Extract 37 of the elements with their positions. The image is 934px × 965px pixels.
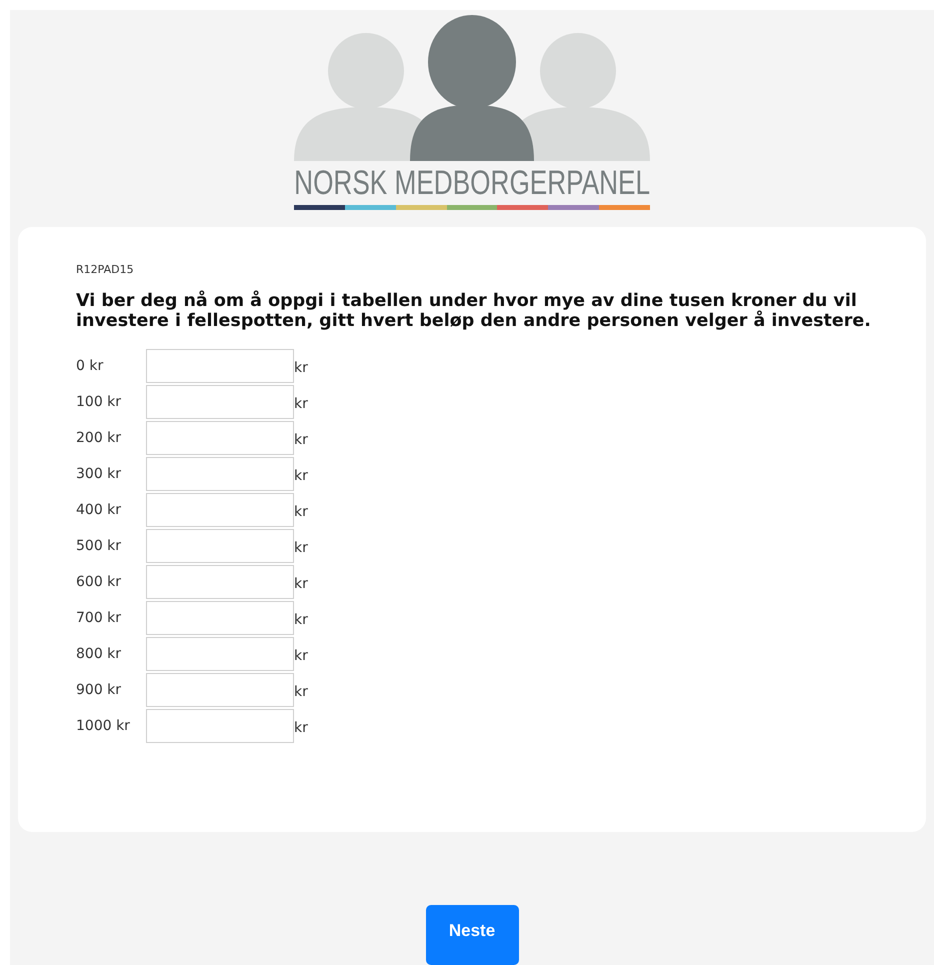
question-text: Vi ber deg nå om å oppgi i tabellen under hvor mye av dine tusen kroner du vil investere i fellespotten, gitt hvert beløp den andre personen velger å investere. bbox=[76, 291, 872, 332]
question-code: R12PAD15 bbox=[76, 263, 135, 278]
next-button[interactable]: Neste bbox=[426, 905, 518, 965]
row-label: 300 kr bbox=[76, 464, 122, 484]
unit-label: kr bbox=[294, 646, 308, 666]
amount-input[interactable] bbox=[146, 529, 294, 564]
row-label: 0 kr bbox=[76, 356, 104, 376]
unit-label: kr bbox=[294, 358, 308, 378]
row-label: 800 kr bbox=[76, 644, 122, 664]
amount-input[interactable] bbox=[146, 493, 294, 528]
row-label: 200 kr bbox=[76, 428, 122, 448]
unit-label: kr bbox=[294, 610, 308, 630]
unit-label: kr bbox=[294, 502, 308, 522]
amount-input[interactable] bbox=[146, 673, 294, 708]
unit-label: kr bbox=[294, 430, 308, 450]
unit-label: kr bbox=[294, 538, 308, 558]
amount-input[interactable] bbox=[146, 565, 294, 600]
amount-input[interactable] bbox=[146, 349, 294, 384]
row-label: 500 kr bbox=[76, 536, 122, 556]
unit-label: kr bbox=[294, 682, 308, 702]
amount-input[interactable] bbox=[146, 385, 294, 420]
row-label: 400 kr bbox=[76, 500, 122, 520]
row-label: 900 kr bbox=[76, 680, 122, 700]
row-label: 700 kr bbox=[76, 608, 122, 628]
amount-input[interactable] bbox=[146, 421, 294, 456]
row-label: 600 kr bbox=[76, 572, 122, 592]
amount-input[interactable] bbox=[146, 709, 294, 744]
amount-input[interactable] bbox=[146, 457, 294, 492]
amount-input[interactable] bbox=[146, 601, 294, 636]
row-label: 1000 kr bbox=[76, 716, 131, 736]
unit-label: kr bbox=[294, 574, 308, 594]
amount-input[interactable] bbox=[146, 637, 294, 672]
logo-text: NORSK MEDBORGERPANEL bbox=[294, 163, 650, 203]
row-label: 100 kr bbox=[76, 392, 122, 412]
unit-label: kr bbox=[294, 466, 308, 486]
unit-label: kr bbox=[294, 718, 308, 738]
unit-label: kr bbox=[294, 394, 308, 414]
